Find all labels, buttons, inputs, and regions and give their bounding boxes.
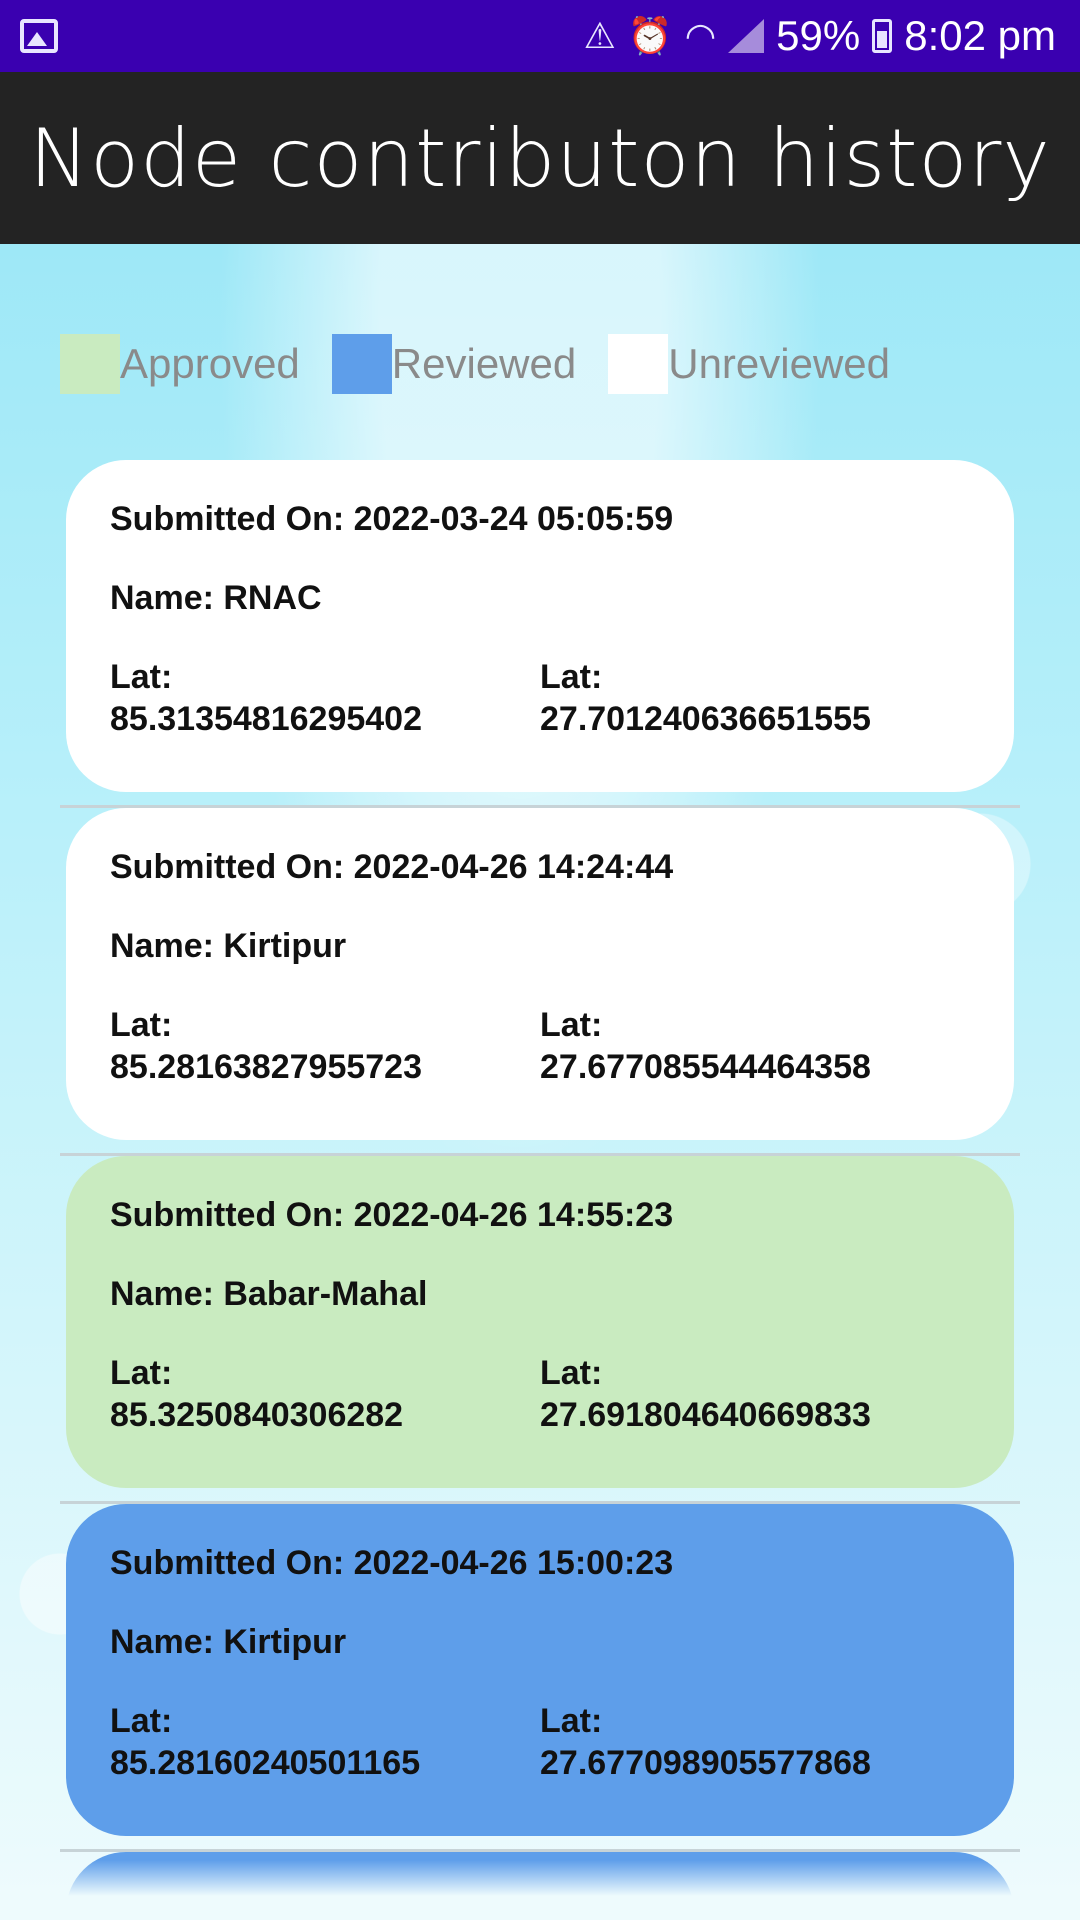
coordinates: Lat: 85.31354816295402 Lat: 27.701240636… bbox=[110, 656, 970, 740]
submitted-on: Submitted On: 2022-04-26 15:00:23 bbox=[110, 1544, 674, 1582]
coordinates: Lat: 85.28163827955723 Lat: 27.677085544… bbox=[110, 1004, 970, 1088]
legend-label: Approved bbox=[120, 340, 300, 387]
reviewed-swatch bbox=[331, 334, 392, 394]
legend-label: Reviewed bbox=[391, 340, 577, 387]
warning-icon: ⚠ bbox=[583, 15, 616, 56]
app-bar: Node contributon history bbox=[0, 72, 1080, 244]
clock: 8:02 pm bbox=[904, 12, 1056, 59]
coord-value: 27.677098905577868 bbox=[540, 1744, 871, 1782]
approved-swatch bbox=[60, 334, 120, 394]
node-name: Name: Babar-Mahal bbox=[110, 1275, 428, 1313]
coord-label: Lat: bbox=[540, 658, 603, 696]
coordinate-1: Lat: 85.3250840306282 bbox=[110, 1352, 540, 1436]
coord-label: Lat: bbox=[110, 1006, 173, 1044]
coord-label: Lat: bbox=[540, 1702, 603, 1740]
list-item[interactable]: Submitted On: 2022-04-26 15:00:23 Name: … bbox=[60, 1504, 1020, 1852]
contribution-card[interactable]: Submitted On: 2022-04-26 14:24:44 Name: … bbox=[66, 808, 1014, 1140]
wifi-icon: ◠ bbox=[684, 15, 717, 56]
coord-label: Lat: bbox=[540, 1354, 603, 1392]
list-item[interactable]: Submitted On: 2022-03-24 05:05:59 Name: … bbox=[60, 460, 1020, 808]
coord-value: 85.28160240501165 bbox=[110, 1744, 421, 1782]
coord-value: 85.28163827955723 bbox=[110, 1048, 422, 1086]
page-title: Node contributon history bbox=[29, 111, 1051, 205]
status-legend: Approved Reviewed Unreviewed bbox=[60, 334, 922, 394]
coordinates: Lat: 85.3250840306282 Lat: 27.6918046406… bbox=[110, 1352, 970, 1436]
contribution-list[interactable]: Submitted On: 2022-03-24 05:05:59 Name: … bbox=[60, 460, 1020, 1852]
list-fade bbox=[0, 1860, 1080, 1920]
battery-percent: 59% bbox=[776, 12, 861, 59]
coord-label: Lat: bbox=[110, 1702, 173, 1740]
coordinate-2: Lat: 27.677085544464358 bbox=[540, 1004, 970, 1088]
contribution-card[interactable]: Submitted On: 2022-03-24 05:05:59 Name: … bbox=[66, 460, 1014, 792]
legend-approved: Approved bbox=[60, 334, 300, 394]
legend-label: Unreviewed bbox=[668, 340, 891, 387]
coord-value: 85.3250840306282 bbox=[110, 1396, 404, 1434]
submitted-on: Submitted On: 2022-04-26 14:55:23 bbox=[110, 1196, 674, 1234]
coord-label: Lat: bbox=[540, 1006, 603, 1044]
coordinates: Lat: 85.28160240501165 Lat: 27.677098905… bbox=[110, 1700, 970, 1784]
image-icon bbox=[20, 19, 58, 53]
coord-value: 27.701240636651555 bbox=[540, 700, 871, 738]
coordinate-1: Lat: 85.28163827955723 bbox=[110, 1004, 540, 1088]
node-name: Name: RNAC bbox=[110, 579, 322, 617]
coord-label: Lat: bbox=[110, 1354, 173, 1392]
contribution-card[interactable]: Submitted On: 2022-04-26 14:55:23 Name: … bbox=[66, 1156, 1014, 1488]
coordinate-1: Lat: 85.31354816295402 bbox=[110, 656, 540, 740]
node-name: Name: Kirtipur bbox=[110, 1623, 347, 1661]
coord-value: 27.677085544464358 bbox=[540, 1048, 871, 1086]
submitted-on: Submitted On: 2022-03-24 05:05:59 bbox=[110, 500, 674, 538]
submitted-on: Submitted On: 2022-04-26 14:24:44 bbox=[110, 848, 674, 886]
coordinate-2: Lat: 27.677098905577868 bbox=[540, 1700, 970, 1784]
coordinate-2: Lat: 27.691804640669833 bbox=[540, 1352, 970, 1436]
coordinate-2: Lat: 27.701240636651555 bbox=[540, 656, 970, 740]
list-item[interactable]: Submitted On: 2022-04-26 14:24:44 Name: … bbox=[60, 808, 1020, 1156]
unreviewed-swatch bbox=[608, 334, 669, 394]
status-bar: ⚠ ⏰ ◠ 59% 8:02 pm bbox=[0, 0, 1080, 72]
coord-label: Lat: bbox=[110, 658, 173, 696]
coordinate-1: Lat: 85.28160240501165 bbox=[110, 1700, 540, 1784]
coord-value: 27.691804640669833 bbox=[540, 1396, 871, 1434]
battery-icon bbox=[872, 19, 893, 53]
legend-reviewed: Reviewed bbox=[331, 334, 577, 394]
alarm-icon: ⏰ bbox=[627, 15, 673, 56]
legend-unreviewed: Unreviewed bbox=[608, 334, 890, 394]
signal-icon bbox=[728, 19, 765, 53]
contribution-card[interactable]: Submitted On: 2022-04-26 15:00:23 Name: … bbox=[66, 1504, 1014, 1836]
coord-value: 85.31354816295402 bbox=[110, 700, 422, 738]
node-name: Name: Kirtipur bbox=[110, 927, 347, 965]
list-item[interactable]: Submitted On: 2022-04-26 14:55:23 Name: … bbox=[60, 1156, 1020, 1504]
